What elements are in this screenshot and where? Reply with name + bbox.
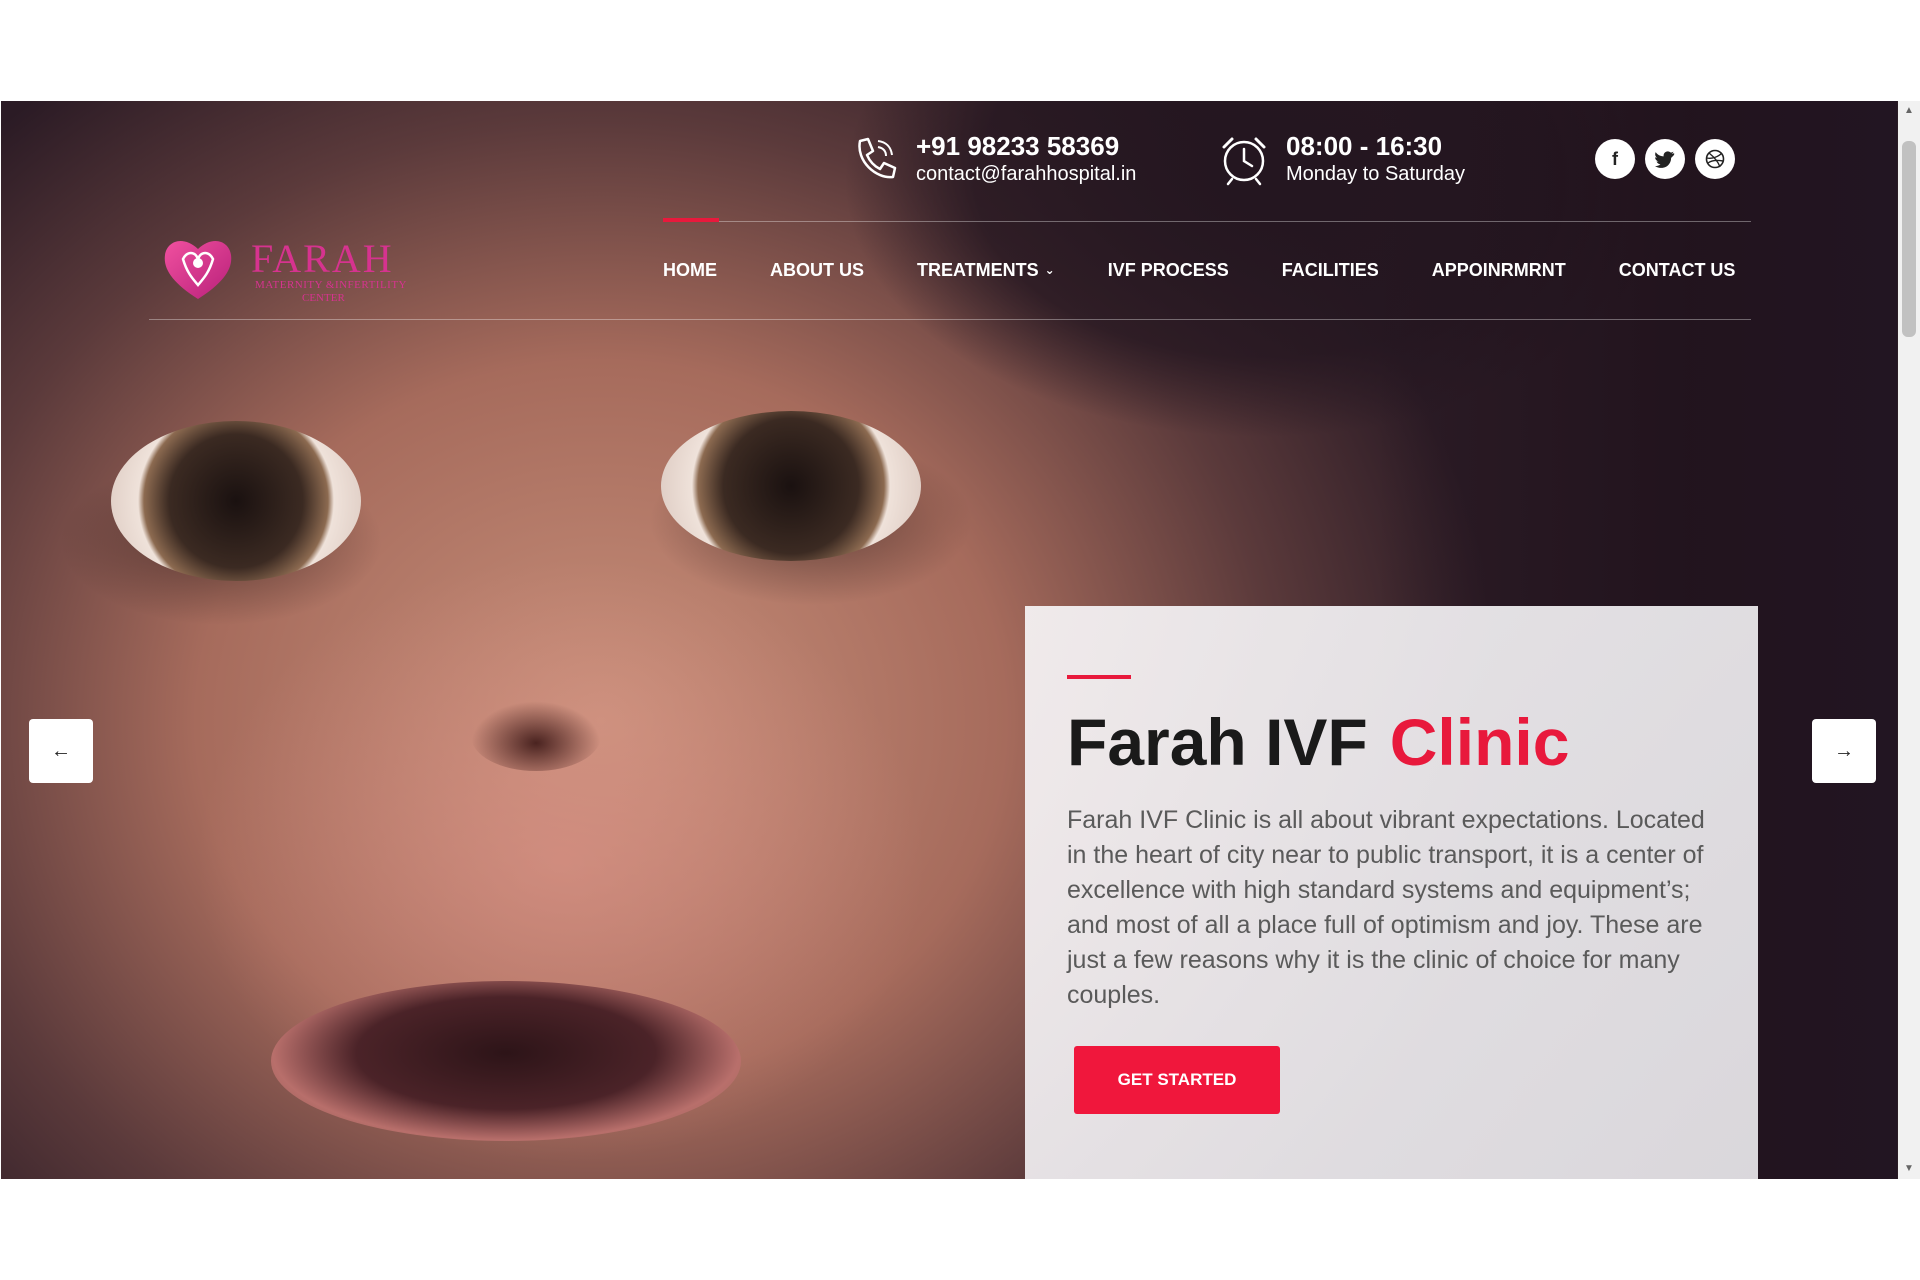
top-info-bar: +91 98233 58369 contact@farahhospital.in…	[1, 101, 1897, 221]
clock-icon	[1222, 137, 1266, 186]
main-nav: HOME ABOUT US TREATMENTS ⌄ IVF PROCESS F…	[663, 218, 1736, 319]
hero-title-accent: Clinic	[1389, 705, 1570, 779]
hero-title: Farah IVF Clinic	[1067, 704, 1569, 780]
get-started-button[interactable]: GET STARTED	[1074, 1046, 1280, 1114]
hero-left-eye	[111, 421, 361, 581]
card-accent-line	[1067, 675, 1131, 679]
slider-next-button[interactable]: →	[1812, 719, 1876, 783]
nav-item-label: ABOUT US	[770, 259, 864, 280]
arrow-right-icon: →	[1834, 739, 1854, 762]
nav-item-facilities[interactable]: FACILITIES	[1282, 221, 1379, 319]
scrollbar-thumb[interactable]	[1902, 141, 1916, 337]
logo-tagline-center: CENTER	[302, 292, 345, 304]
nav-active-indicator	[663, 218, 719, 222]
scroll-up-arrow-icon[interactable]: ▲	[1898, 101, 1920, 121]
days-value: Monday to Saturday	[1286, 163, 1465, 185]
nav-item-contact-us[interactable]: CONTACT US	[1619, 221, 1736, 319]
nav-item-label: HOME	[663, 259, 717, 280]
hero-nose	[471, 701, 601, 771]
site-logo[interactable]: FARAH MATERNITY &INFERTILITY CENTER	[159, 229, 419, 309]
nav-item-label: TREATMENTS	[917, 259, 1039, 280]
dribbble-icon[interactable]	[1695, 139, 1735, 179]
hero-description: Farah IVF Clinic is all about vibrant ex…	[1067, 806, 1705, 1009]
scroll-down-arrow-icon[interactable]: ▼	[1898, 1159, 1920, 1179]
facebook-icon[interactable]: f	[1595, 139, 1635, 179]
arrow-left-icon: ←	[51, 739, 71, 762]
nav-item-label: CONTACT US	[1618, 259, 1736, 280]
nav-item-ivf-process[interactable]: IVF PROCESS	[1108, 221, 1229, 319]
twitter-bird-icon	[1655, 151, 1675, 168]
hero-caption-card: Farah IVF Clinic Farah IVF Clinic is all …	[1025, 606, 1758, 1179]
chevron-down-icon: ⌄	[1044, 263, 1055, 277]
nav-item-label: FACILITIES	[1281, 259, 1379, 280]
nav-item-appointment[interactable]: APPOINRMRNT	[1432, 221, 1566, 319]
hero-mouth	[271, 981, 741, 1141]
page-scrollbar[interactable]: ▲ ▼	[1898, 101, 1920, 1179]
phone-icon	[858, 137, 897, 179]
nav-item-about-us[interactable]: ABOUT US	[770, 221, 864, 319]
slider-prev-button[interactable]: ←	[29, 719, 93, 783]
page-viewport: +91 98233 58369 contact@farahhospital.in…	[1, 101, 1898, 1179]
hours-value: 08:00 - 16:30	[1286, 131, 1443, 161]
hero-right-eye	[661, 411, 921, 561]
twitter-icon[interactable]	[1645, 139, 1685, 179]
nav-item-treatments[interactable]: TREATMENTS ⌄	[917, 221, 1055, 319]
nav-item-label: IVF PROCESS	[1107, 259, 1229, 280]
opening-hours: 08:00 - 16:30 Monday to Saturday	[1216, 131, 1465, 187]
logo-tagline: MATERNITY &INFERTILITY	[255, 279, 407, 291]
phone-contact: +91 98233 58369 contact@farahhospital.in	[846, 131, 1136, 187]
nav-item-home[interactable]: HOME	[663, 218, 719, 319]
nav-item-label: APPOINRMRNT	[1431, 259, 1566, 280]
email-address[interactable]: contact@farahhospital.in	[916, 161, 1136, 187]
dribbble-ball-icon	[1705, 149, 1725, 169]
phone-number[interactable]: +91 98233 58369	[916, 131, 1136, 161]
social-links: f	[1595, 139, 1735, 179]
logo-brand-name: FARAH	[251, 236, 394, 281]
logo-heart-icon	[164, 241, 232, 299]
nav-bottom-divider	[149, 319, 1751, 320]
hero-title-main: Farah IVF	[1067, 705, 1368, 779]
